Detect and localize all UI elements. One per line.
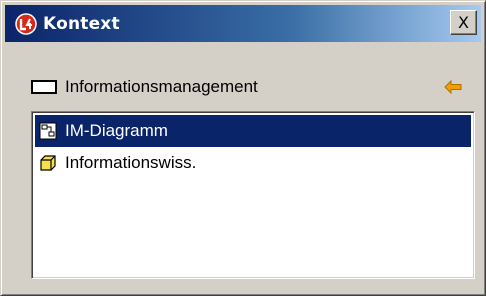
cube-icon (39, 154, 57, 172)
context-label: Informationsmanagement (65, 77, 258, 96)
app-logo-icon (15, 12, 37, 35)
list-item-im-diagramm[interactable]: IM-Diagramm (35, 115, 471, 147)
list-item-label: Informationswiss. (65, 153, 197, 172)
diagram-icon (39, 122, 57, 140)
rectangle-icon (31, 80, 57, 94)
list-item-label: IM-Diagramm (65, 121, 168, 140)
kontext-window: Kontext X Informationsmanagement IM-Diag… (0, 0, 486, 296)
context-list[interactable]: IM-Diagramm Informationswiss. (31, 111, 475, 279)
list-item-informationswiss[interactable]: Informationswiss. (35, 147, 471, 179)
close-icon: X (458, 13, 469, 32)
context-header: Informationsmanagement (31, 73, 471, 101)
close-button[interactable]: X (450, 10, 477, 35)
title-bar[interactable]: Kontext X (5, 5, 481, 42)
left-arrow-icon[interactable] (443, 77, 463, 97)
window-title: Kontext (43, 13, 120, 34)
